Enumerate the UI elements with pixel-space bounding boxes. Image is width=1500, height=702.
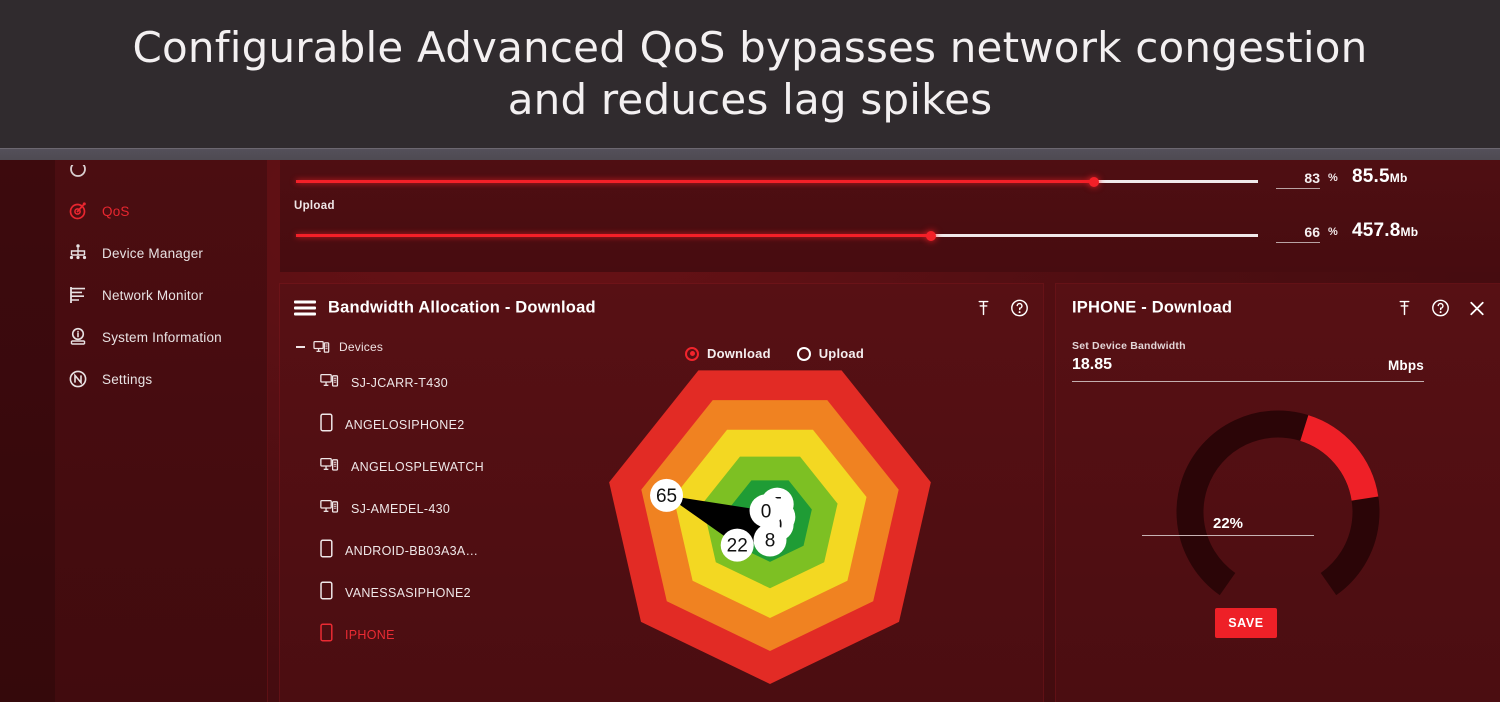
router-admin-app: QoS Device Manager Network Monitor Syste…: [0, 160, 1500, 702]
device-name: VANESSASIPHONE2: [345, 586, 471, 600]
desktop-icon: [320, 499, 339, 520]
sidebar-item-label: System Information: [102, 329, 222, 345]
help-circle-icon[interactable]: [1431, 299, 1450, 318]
download-percent-input[interactable]: 83: [1276, 170, 1320, 189]
svg-text:22: 22: [727, 536, 748, 557]
upload-slider[interactable]: [296, 230, 1258, 241]
download-value: 85.5Mb: [1352, 166, 1408, 188]
sidebar-item-label: QoS: [102, 203, 130, 219]
device-list: SJ-JCARR-T430 ANGELOSIPHONE2 ANGELOSPLEWAT…: [280, 362, 580, 656]
sidebar-nav: QoS Device Manager Network Monitor Syste…: [0, 160, 268, 400]
qos-target-icon: [68, 201, 88, 221]
download-slider-row: 83 % 85.5Mb: [280, 162, 1500, 202]
upload-slider-row: Upload 66 % 457.8Mb: [280, 200, 1500, 256]
sidebar-item-network-monitor[interactable]: Network Monitor: [0, 274, 268, 316]
download-value-number: 85.5: [1352, 166, 1390, 187]
bandwidth-sliders-strip: 83 % 85.5Mb Upload 66 % 457.8Mb: [280, 160, 1500, 272]
system-information-icon: [68, 327, 88, 347]
devices-group-icon: [313, 340, 330, 353]
allocation-panel-title: Bandwidth Allocation - Download: [328, 298, 596, 317]
device-detail-panel: IPHONE - Download Set Device Bandwidth 1…: [1056, 284, 1500, 702]
device-name: SJ-AMEDEL-430: [351, 502, 451, 516]
sidebar-item-label: Device Manager: [102, 245, 204, 261]
phone-icon: [320, 623, 333, 647]
allocation-panel-header-actions: [975, 299, 1029, 318]
list-item[interactable]: VANESSASIPHONE2: [280, 572, 580, 614]
screenshot-root: Configurable Advanced QoS bypasses netwo…: [0, 0, 1500, 702]
device-tree: Devices SJ-JCARR-T430 ANGELOSIPHONE2 ANGEL…: [280, 332, 580, 656]
list-item[interactable]: IPHONE: [280, 614, 580, 656]
upload-value-unit: Mb: [1400, 225, 1419, 239]
device-manager-icon: [68, 243, 88, 263]
pin-icon[interactable]: [1396, 300, 1413, 317]
hamburger-icon[interactable]: [294, 300, 316, 316]
device-panel-header-actions: [1396, 299, 1486, 318]
bandwidth-allocation-panel: Bandwidth Allocation - Download Devices …: [280, 284, 1043, 702]
help-circle-icon[interactable]: [1010, 299, 1029, 318]
upload-value: 457.8Mb: [1352, 220, 1418, 242]
collapse-minus-icon[interactable]: [296, 346, 305, 348]
banner-headline-line2: and reduces lag spikes: [507, 75, 993, 124]
banner-headline-line1: Configurable Advanced QoS bypasses netwo…: [132, 23, 1368, 72]
network-monitor-icon: [68, 285, 88, 305]
device-tree-root[interactable]: Devices: [280, 332, 580, 362]
svg-text:65: 65: [656, 486, 677, 507]
desktop-icon: [320, 457, 339, 478]
cut-off-icon: [68, 161, 88, 185]
settings-n-icon: [68, 369, 88, 389]
download-slider[interactable]: [296, 176, 1258, 187]
svg-text:0: 0: [761, 501, 772, 522]
phone-icon: [320, 413, 333, 437]
device-name: ANGELOSPLEWATCH: [351, 460, 484, 474]
device-name: SJ-JCARR-T430: [351, 376, 448, 390]
set-device-bandwidth-label: Set Device Bandwidth: [1072, 340, 1186, 352]
set-device-bandwidth-field[interactable]: Mbps: [1072, 354, 1424, 382]
device-panel-header: IPHONE - Download: [1056, 284, 1500, 332]
device-name: ANGELOSIPHONE2: [345, 418, 465, 432]
upload-value-number: 457.8: [1352, 220, 1401, 241]
desktop-icon: [320, 373, 339, 394]
bandwidth-input[interactable]: [1072, 356, 1312, 374]
allocation-panel-header: Bandwidth Allocation - Download: [280, 284, 1043, 332]
svg-text:8: 8: [765, 531, 776, 552]
upload-slider-knob[interactable]: [925, 230, 936, 241]
bandwidth-radar-chart: 500822650: [580, 344, 1000, 702]
sidebar-item-qos[interactable]: QoS: [0, 190, 268, 232]
phone-icon: [320, 581, 333, 605]
download-slider-fill: [296, 180, 1095, 183]
list-item[interactable]: SJ-JCARR-T430: [280, 362, 580, 404]
download-percent-symbol: %: [1328, 172, 1338, 184]
device-name: ANDROID-BB03A3A…: [345, 544, 479, 558]
sidebar-item-cutoff[interactable]: [0, 160, 268, 190]
device-tree-root-label: Devices: [339, 340, 384, 354]
browser-chrome-strip: [0, 148, 1500, 160]
close-icon[interactable]: [1468, 299, 1486, 317]
download-value-unit: Mb: [1389, 171, 1408, 185]
device-name: IPHONE: [345, 628, 395, 642]
phone-icon: [320, 539, 333, 563]
upload-percent-symbol: %: [1328, 226, 1338, 238]
sidebar-item-label: Network Monitor: [102, 287, 204, 303]
list-item[interactable]: ANGELOSIPHONE2: [280, 404, 580, 446]
list-item[interactable]: ANGELOSPLEWATCH: [280, 446, 580, 488]
upload-percent-input[interactable]: 66: [1276, 224, 1320, 243]
download-slider-knob[interactable]: [1089, 176, 1100, 187]
bandwidth-gauge: [1106, 394, 1450, 629]
promo-banner: Configurable Advanced QoS bypasses netwo…: [0, 0, 1500, 148]
gauge-percent-value: 22%: [1142, 515, 1314, 536]
upload-slider-fill: [296, 234, 931, 237]
save-button[interactable]: SAVE: [1215, 608, 1277, 638]
sidebar-item-settings[interactable]: Settings: [0, 358, 268, 400]
sidebar: QoS Device Manager Network Monitor Syste…: [0, 160, 268, 702]
upload-label: Upload: [294, 200, 335, 212]
sidebar-item-label: Settings: [102, 371, 153, 387]
sidebar-item-system-information[interactable]: System Information: [0, 316, 268, 358]
pin-icon[interactable]: [975, 300, 992, 317]
list-item[interactable]: ANDROID-BB03A3A…: [280, 530, 580, 572]
sidebar-item-device-manager[interactable]: Device Manager: [0, 232, 268, 274]
bandwidth-unit-label: Mbps: [1387, 358, 1424, 373]
device-panel-title: IPHONE - Download: [1072, 298, 1233, 317]
list-item[interactable]: SJ-AMEDEL-430: [280, 488, 580, 530]
